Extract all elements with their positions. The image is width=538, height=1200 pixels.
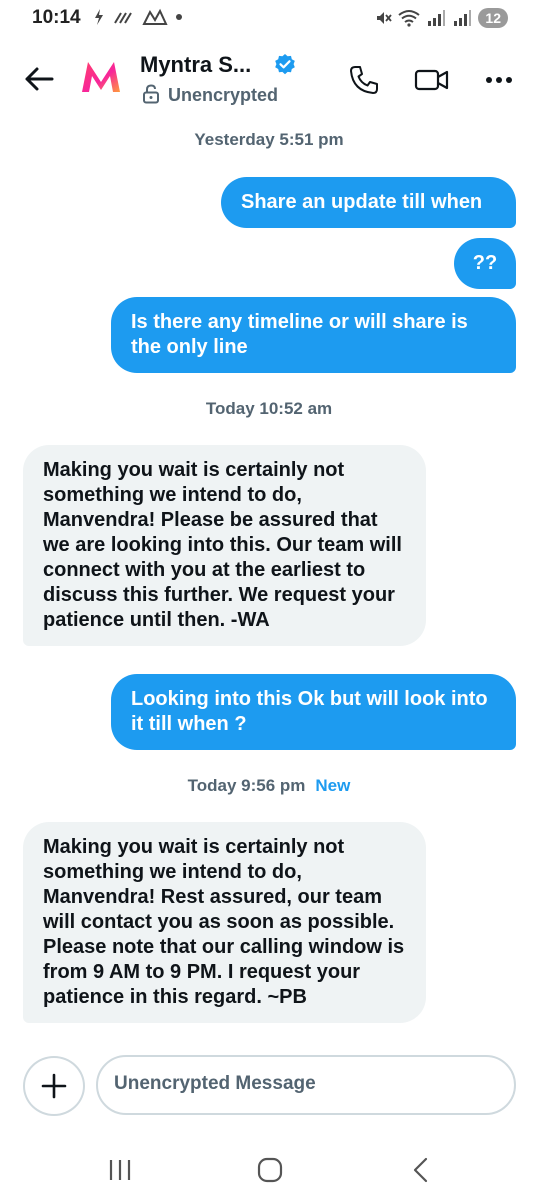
mute-icon <box>377 12 393 24</box>
status-time: 10:14 <box>32 7 81 28</box>
message-timestamp: Yesterday 5:51 pm <box>194 130 344 149</box>
conversation-header: Myntra S... Unencrypted <box>0 40 538 120</box>
message-timestamp: Today 9:56 pm New <box>0 776 538 796</box>
outgoing-message[interactable]: ?? <box>454 238 516 289</box>
system-back-button[interactable] <box>408 1156 434 1184</box>
verified-badge-icon <box>275 54 295 75</box>
encryption-status: Unencrypted <box>168 85 279 105</box>
recents-button[interactable] <box>106 1157 134 1183</box>
add-attachment-button[interactable] <box>23 1056 85 1116</box>
myntra-logo <box>82 62 120 92</box>
system-navigation-bar <box>0 1140 538 1200</box>
outgoing-message[interactable]: Is there any timeline or will share is t… <box>111 297 516 373</box>
status-notification-icons <box>92 8 183 26</box>
outgoing-message[interactable]: Looking into this Ok but will look into … <box>111 674 516 750</box>
video-call-button[interactable] <box>414 64 450 96</box>
arrow-left-icon <box>25 67 54 91</box>
timestamp-text: Today 9:56 pm <box>187 776 306 795</box>
lock-icon <box>143 84 159 104</box>
message-input[interactable] <box>114 1073 494 1095</box>
signal-icon <box>428 10 446 26</box>
phone-icon <box>350 66 378 94</box>
plus-icon <box>41 1073 67 1099</box>
wifi-icon <box>398 10 421 27</box>
incoming-message[interactable]: Making you wait is certainly not somethi… <box>23 445 426 646</box>
app-notification-icon <box>142 8 168 25</box>
home-button[interactable] <box>256 1156 284 1184</box>
home-icon <box>257 1157 283 1183</box>
battery-indicator: 12 <box>478 8 508 28</box>
recents-icon <box>109 1160 131 1180</box>
outgoing-message[interactable]: Share an update till when <box>221 177 516 228</box>
signal-icon-secondary <box>454 10 472 26</box>
message-timestamp: Today 10:52 am <box>205 399 333 418</box>
call-button[interactable] <box>348 64 380 96</box>
status-system-icons: 12 <box>374 8 508 28</box>
back-button[interactable] <box>22 62 56 96</box>
message-composer[interactable] <box>96 1055 516 1115</box>
video-camera-icon <box>414 69 449 91</box>
more-dots-icon <box>486 77 512 83</box>
dot-icon <box>176 14 182 20</box>
contact-name[interactable]: Myntra S... <box>140 52 251 78</box>
flash-icon <box>95 9 103 25</box>
status-bar: 10:14 12 <box>0 0 538 40</box>
signal-wave-icon <box>114 12 132 24</box>
chevron-left-icon <box>413 1157 428 1183</box>
more-options-button[interactable] <box>482 66 516 94</box>
new-messages-label: New <box>315 776 351 795</box>
incoming-message[interactable]: Making you wait is certainly not somethi… <box>23 822 426 1023</box>
avatar[interactable] <box>76 52 126 102</box>
